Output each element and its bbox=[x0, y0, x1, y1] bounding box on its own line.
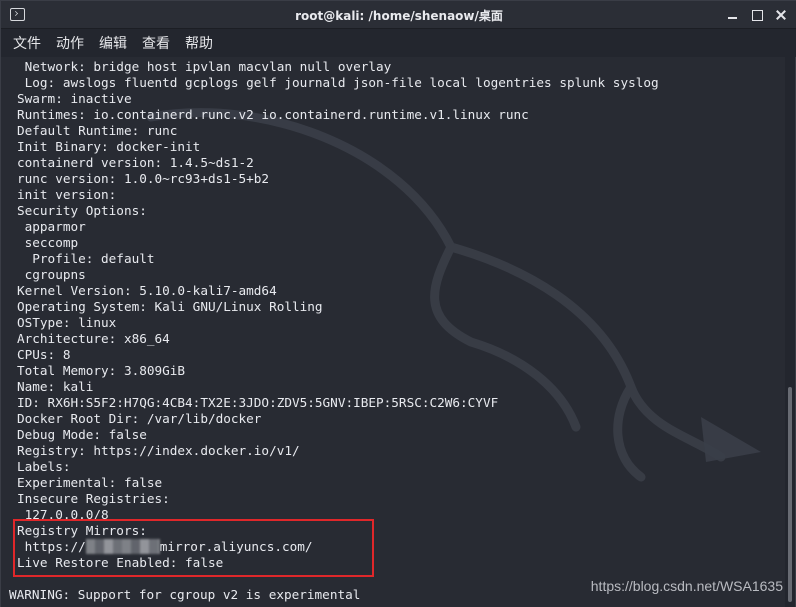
output-line: Security Options: bbox=[17, 203, 147, 218]
output-line: Name: kali bbox=[17, 379, 94, 394]
window-controls bbox=[727, 6, 787, 24]
warning-line: WARNING: Support for cgroup v2 is experi… bbox=[9, 587, 361, 602]
terminal-output[interactable]: Network: bridge host ipvlan macvlan null… bbox=[1, 57, 787, 607]
output-line: cgroupns bbox=[17, 267, 86, 282]
output-line: Labels: bbox=[17, 459, 71, 474]
output-line: Runtimes: io.containerd.runc.v2 io.conta… bbox=[17, 107, 529, 122]
output-line: apparmor bbox=[17, 219, 86, 234]
menu-action[interactable]: 动作 bbox=[56, 31, 84, 55]
output-line: runc version: 1.0.0~rc93+ds1-5+b2 bbox=[17, 171, 270, 186]
output-lines: Network: bridge host ipvlan macvlan null… bbox=[17, 59, 659, 571]
output-line: containerd version: 1.4.5~ds1-2 bbox=[17, 155, 254, 170]
output-line: Kernel Version: 5.10.0-kali7-amd64 bbox=[17, 283, 277, 298]
output-line: Debug Mode: false bbox=[17, 427, 147, 442]
menu-file[interactable]: 文件 bbox=[13, 31, 41, 55]
title-bar[interactable]: root@kali: /home/shenaow/桌面 bbox=[1, 1, 796, 29]
output-line: Insecure Registries: bbox=[17, 491, 170, 506]
scrollbar[interactable] bbox=[785, 57, 795, 607]
output-line: Total Memory: 3.809GiB bbox=[17, 363, 186, 378]
menu-edit[interactable]: 编辑 bbox=[99, 31, 127, 55]
output-line: OSType: linux bbox=[17, 315, 117, 330]
close-icon[interactable] bbox=[775, 6, 787, 24]
output-line: CPUs: 8 bbox=[17, 347, 71, 362]
maximize-icon[interactable] bbox=[751, 6, 763, 24]
window-title: root@kali: /home/shenaow/桌面 bbox=[295, 9, 503, 23]
output-line: Log: awslogs fluentd gcplogs gelf journa… bbox=[17, 75, 659, 90]
output-line: Network: bridge host ipvlan macvlan null… bbox=[17, 59, 392, 74]
menu-bar: 文件 动作 编辑 查看 帮助 bbox=[1, 29, 796, 57]
output-line: Docker Root Dir: /var/lib/docker bbox=[17, 411, 262, 426]
output-line: init version: bbox=[17, 187, 117, 202]
output-line: Init Binary: docker-init bbox=[17, 139, 201, 154]
terminal-window: root@kali: /home/shenaow/桌面 文件 动作 编辑 查看 … bbox=[0, 0, 796, 607]
output-line: Profile: default bbox=[17, 251, 155, 266]
output-line: Operating System: Kali GNU/Linux Rolling bbox=[17, 299, 323, 314]
output-line: seccomp bbox=[17, 235, 79, 250]
output-line: Experimental: false bbox=[17, 475, 163, 490]
output-line: Registry: https://index.docker.io/v1/ bbox=[17, 443, 300, 458]
output-line: Architecture: x86_64 bbox=[17, 331, 170, 346]
output-line: Swarm: inactive bbox=[17, 91, 132, 106]
scrollbar-thumb[interactable] bbox=[788, 387, 792, 602]
minimize-icon[interactable] bbox=[727, 6, 739, 24]
menu-help[interactable]: 帮助 bbox=[185, 31, 213, 55]
csdn-watermark: https://blog.csdn.net/WSA1635 bbox=[590, 578, 783, 594]
annotation-highlight-box bbox=[13, 519, 374, 577]
output-line: ID: RX6H:S5F2:H7QG:4CB4:TX2E:3JDO:ZDV5:5… bbox=[17, 395, 499, 410]
output-line: Default Runtime: runc bbox=[17, 123, 178, 138]
menu-view[interactable]: 查看 bbox=[142, 31, 170, 55]
